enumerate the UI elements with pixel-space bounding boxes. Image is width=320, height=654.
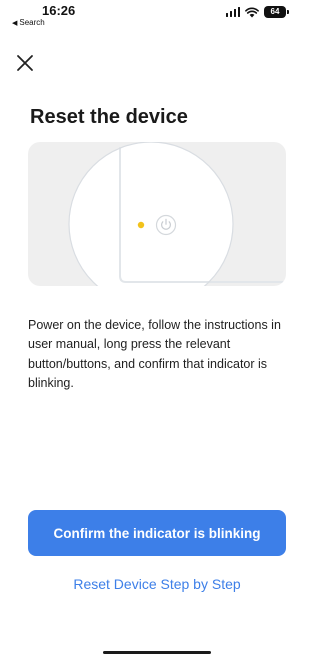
confirm-blinking-button[interactable]: Confirm the indicator is blinking xyxy=(28,510,286,556)
device-illustration xyxy=(28,142,286,286)
close-icon xyxy=(17,55,33,71)
wifi-icon xyxy=(245,7,259,17)
reset-device-screen: 16:26 ◀ Search 64 Reset the device Power… xyxy=(0,0,300,654)
back-app-label: Search xyxy=(19,18,45,27)
instructions-text: Power on the device, follow the instruct… xyxy=(28,318,281,391)
status-time: 16:26 xyxy=(42,3,76,18)
power-button-icon xyxy=(155,214,177,236)
back-triangle-icon: ◀ xyxy=(12,19,18,27)
indicator-light-icon xyxy=(137,221,145,229)
page-title: Reset the device xyxy=(30,106,188,128)
status-bar: 16:26 ◀ Search 64 xyxy=(0,0,300,34)
back-to-app[interactable]: ◀ Search xyxy=(12,18,45,27)
status-icons: 64 xyxy=(225,6,289,18)
cellular-signal-icon xyxy=(225,7,240,17)
battery-icon: 64 xyxy=(264,6,289,18)
reset-step-by-step-link[interactable]: Reset Device Step by Step xyxy=(28,576,286,592)
close-button[interactable] xyxy=(14,52,36,74)
